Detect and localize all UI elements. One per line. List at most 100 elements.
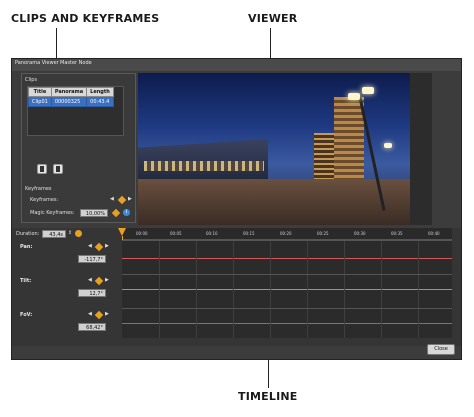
clip-panorama-cell[interactable]: 00000325: [50, 96, 88, 107]
annotation-timeline: TIMELINE: [238, 390, 298, 403]
track-label-pan: Pan:: [20, 244, 33, 250]
tilt-value-field[interactable]: 12,7°: [78, 289, 106, 297]
menu-panorama-viewer[interactable]: Panorama Viewer: [15, 60, 59, 66]
viewer-lamp-2: [362, 87, 374, 94]
grid-line: [381, 309, 382, 338]
grid-line: [418, 275, 419, 308]
column-header-panorama[interactable]: Panorama: [50, 87, 88, 97]
grid-line: [196, 275, 197, 308]
keyframes-title: Keyframes: [25, 186, 52, 192]
prev-keyframe-icon[interactable]: ◀: [110, 196, 114, 202]
clip-title-cell[interactable]: Clip01: [28, 96, 52, 107]
grid-line: [270, 309, 271, 338]
tick-label: 00:15: [243, 231, 255, 236]
grid-line: [381, 241, 382, 274]
grid-line: [233, 241, 234, 274]
grid-line: [344, 309, 345, 338]
tick-label: 00:05: [170, 231, 182, 236]
clip-length-cell[interactable]: 00:43.4: [86, 96, 114, 107]
pan-graph[interactable]: [122, 240, 452, 274]
viewer-ground: [138, 179, 432, 225]
fov-graph[interactable]: [122, 308, 452, 338]
fov-value-field[interactable]: 68,42°: [78, 323, 106, 331]
playhead-icon[interactable]: [118, 228, 126, 236]
grid-line: [159, 275, 160, 308]
pan-value-field[interactable]: -117,7°: [78, 255, 106, 263]
duration-reset-icon[interactable]: [75, 230, 82, 237]
remove-clip-icon: [56, 166, 60, 172]
grid-line: [196, 241, 197, 274]
viewer-lamp-1: [348, 93, 360, 100]
grid-line: [233, 309, 234, 338]
table-row[interactable]: Clip01 00000325 00:43.4: [28, 96, 114, 107]
viewer-lamp-3: [384, 143, 392, 148]
grid-line: [307, 309, 308, 338]
fov-prev-keyframe-icon[interactable]: ◀: [88, 311, 92, 317]
menu-master-node[interactable]: Master Node: [60, 60, 92, 66]
grid-line: [270, 241, 271, 274]
pan-curve: [122, 258, 452, 259]
grid-line: [233, 275, 234, 308]
fov-keyframe-icon[interactable]: [94, 310, 104, 320]
grid-line: [344, 275, 345, 308]
pan-prev-keyframe-icon[interactable]: ◀: [88, 243, 92, 249]
track-label-tilt: Tilt:: [20, 278, 32, 284]
track-label-fov: FoV:: [20, 312, 33, 318]
grid-line: [418, 241, 419, 274]
grid-line: [344, 241, 345, 274]
clips-table: Title Panorama Length Clip01 00000325 00…: [28, 87, 114, 107]
add-clip-icon: [40, 166, 44, 172]
magic-keyframes-field[interactable]: 10,00%: [80, 209, 108, 217]
tick-label: 00:00: [136, 231, 148, 236]
timeline-panel: Duration: 43,4s ⇕ 00:00 00:05 00:10 00:1…: [12, 228, 461, 346]
magic-keyframes-label: Magic Keyframes:: [30, 210, 75, 216]
menubar: Panorama Viewer Master Node: [12, 59, 461, 71]
panorama-viewer[interactable]: [138, 73, 432, 225]
keyframe-diamond-icon[interactable]: [117, 195, 127, 205]
tick-label: 00:25: [317, 231, 329, 236]
tick-label: 00:20: [280, 231, 292, 236]
viewer-building-tower: [334, 97, 364, 189]
grid-line: [381, 275, 382, 308]
fov-curve: [122, 323, 452, 324]
tick-label: 00:10: [206, 231, 218, 236]
grid-line: [196, 309, 197, 338]
remove-clip-button[interactable]: [53, 164, 63, 174]
tick-label: 00:40: [428, 231, 440, 236]
duration-stepper[interactable]: ⇕: [68, 230, 72, 236]
next-keyframe-icon[interactable]: ▶: [128, 196, 132, 202]
app-window: Panorama Viewer Master Node Clips Title …: [11, 58, 462, 360]
grid-line: [307, 241, 308, 274]
tick-label: 00:30: [354, 231, 366, 236]
annotation-viewer: VIEWER: [248, 12, 298, 25]
column-header-length[interactable]: Length: [86, 87, 114, 97]
clips-title: Clips: [25, 77, 38, 83]
close-button[interactable]: Close: [427, 344, 455, 355]
keyframes-label: Keyframes:: [30, 197, 59, 203]
grid-line: [418, 309, 419, 338]
duration-label: Duration:: [16, 231, 40, 237]
duration-field[interactable]: 43,4s: [42, 230, 66, 238]
viewer-margin: [410, 73, 432, 225]
info-icon[interactable]: i: [123, 209, 130, 216]
pan-next-keyframe-icon[interactable]: ▶: [105, 243, 109, 249]
grid-line: [159, 309, 160, 338]
tilt-graph[interactable]: [122, 274, 452, 308]
tick-label: 00:35: [391, 231, 403, 236]
timeline-ruler[interactable]: 00:00 00:05 00:10 00:15 00:20 00:25 00:3…: [122, 228, 452, 240]
grid-line: [270, 275, 271, 308]
tilt-prev-keyframe-icon[interactable]: ◀: [88, 277, 92, 283]
magic-keyframe-icon[interactable]: [111, 208, 121, 218]
clips-keyframes-panel: Clips Title Panorama Length Clip01 00000…: [21, 73, 136, 223]
column-header-title[interactable]: Title: [28, 87, 52, 97]
add-clip-button[interactable]: [37, 164, 47, 174]
viewer-stadium-lights: [144, 161, 264, 171]
fov-next-keyframe-icon[interactable]: ▶: [105, 311, 109, 317]
tilt-next-keyframe-icon[interactable]: ▶: [105, 277, 109, 283]
annotation-clips-keyframes: CLIPS AND KEYFRAMES: [11, 12, 160, 25]
tilt-curve: [122, 289, 452, 290]
pan-keyframe-icon[interactable]: [94, 242, 104, 252]
tilt-keyframe-icon[interactable]: [94, 276, 104, 286]
grid-line: [307, 275, 308, 308]
grid-line: [159, 241, 160, 274]
